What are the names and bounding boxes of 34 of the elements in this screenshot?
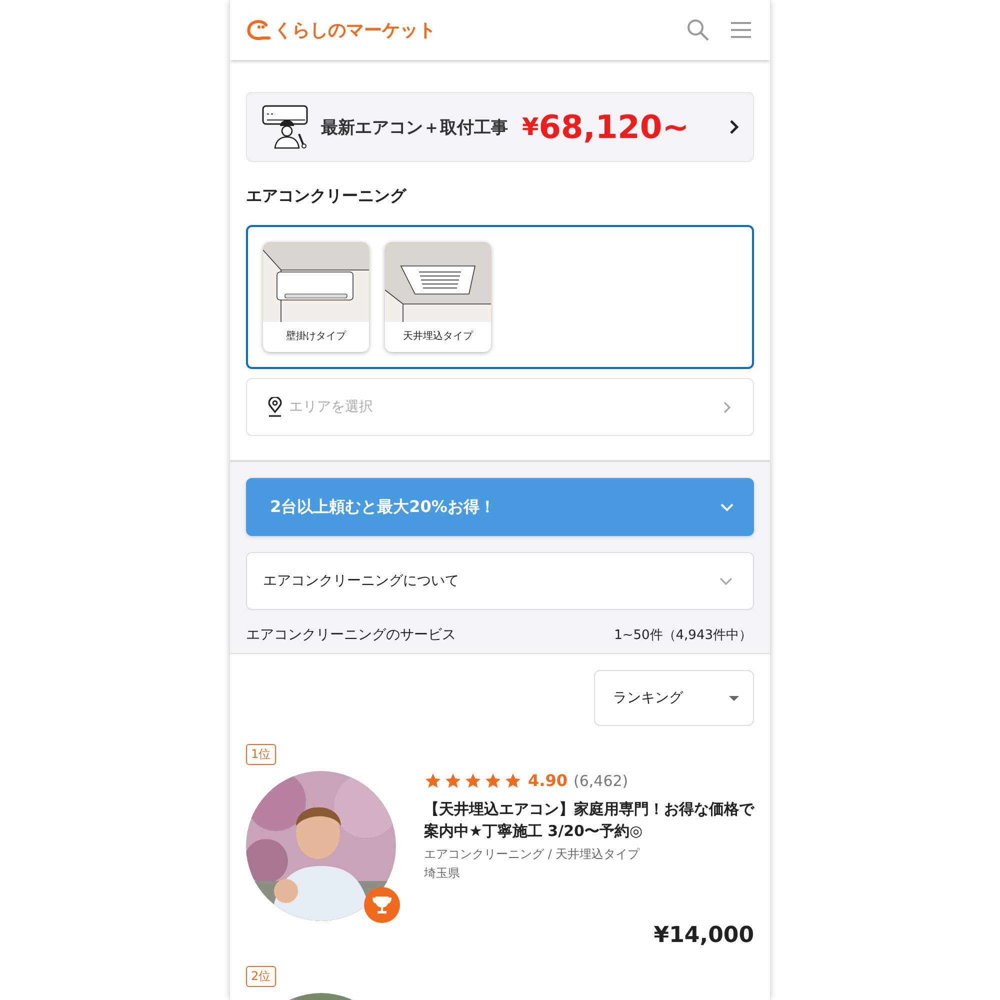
star-icon [424,772,442,790]
promo-text: 最新エアコン＋取付工事 [321,116,508,138]
results-count: 1~50件（4,943件中） [614,627,752,644]
service-price: ¥14,000 [654,923,754,948]
dropdown-arrow-icon [729,696,739,700]
promo-price: 68,120~ [538,108,689,146]
star-icon [484,772,502,790]
service-category: エアコンクリーニング / 天井埋込タイプ [424,846,641,863]
menu-icon[interactable] [730,21,752,39]
promo-banner[interactable]: 最新エアコン＋取付工事 ¥68,120~ [246,92,754,162]
section-heading: エアコンクリーニング [246,186,408,207]
star-icon [464,772,482,790]
logo-icon [246,19,272,41]
technician-drawing [261,104,311,150]
search-icon[interactable] [686,18,710,42]
chevron-right-icon [723,400,731,414]
rank-badge: 1位 [246,744,276,765]
sort-dropdown[interactable]: ランキング [594,670,754,726]
service-title-link[interactable]: 【天井埋込エアコン】家庭用専門！お得な価格で案内中★丁寧施工 3/20〜予約◎ [424,798,754,842]
star-icon [504,772,522,790]
type-card[interactable]: 天井埋込タイプ [385,242,491,352]
currency-sign: ¥ [522,113,539,141]
star-icon [444,772,462,790]
service-location: 埼玉県 [424,865,461,882]
rating-value: 4.90 [528,771,568,790]
chevron-down-icon [720,502,734,512]
chevron-right-icon [729,119,739,135]
results-title: エアコンクリーニングのサービス [246,626,456,644]
type-card[interactable]: 壁掛けタイプ [263,242,369,352]
about-accordion[interactable]: エアコンクリーニングについて [246,552,754,610]
location-pin-icon [267,397,283,417]
rank-badge: 2位 [246,966,276,987]
review-count: (6,462) [573,772,628,790]
chevron-down-icon [719,576,733,586]
